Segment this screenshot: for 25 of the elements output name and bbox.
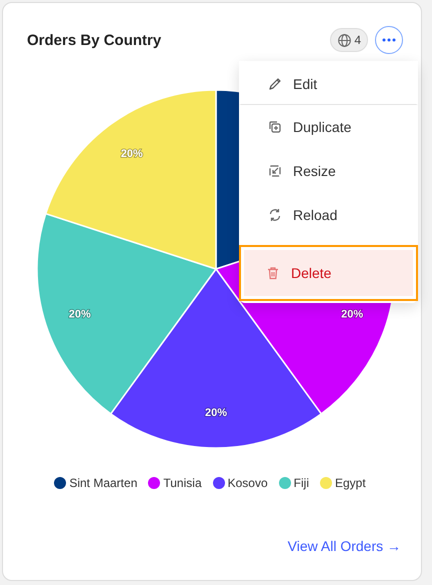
legend-label: Egypt <box>334 476 366 490</box>
slice-label: 20% <box>120 148 143 160</box>
country-count-badge: 4 <box>330 28 368 52</box>
menu-item[interactable]: Delete <box>239 245 418 301</box>
legend-label: Tunisia <box>163 476 202 490</box>
legend-label: Fiji <box>294 476 309 490</box>
resize-icon <box>267 163 283 179</box>
reload-icon <box>267 207 283 223</box>
menu-item[interactable]: Duplicate <box>239 105 418 149</box>
pencil-icon <box>267 76 283 92</box>
card-title: Orders By Country <box>27 32 162 48</box>
slice-label: 20% <box>204 407 228 420</box>
slice-label: 20% <box>68 308 91 320</box>
duplicate-icon <box>267 119 283 135</box>
more-button[interactable] <box>375 26 403 54</box>
menu-item[interactable]: Edit <box>239 61 418 105</box>
menu-item[interactable]: Reload <box>239 193 418 237</box>
more-icon <box>382 38 396 42</box>
menu-item[interactable]: Resize <box>239 149 418 193</box>
legend-label: Kosovo <box>228 476 268 490</box>
legend-label: Sint Maarten <box>69 476 138 490</box>
globe-icon <box>337 32 352 48</box>
slice-label: 20% <box>341 308 364 320</box>
trash-icon <box>265 265 281 281</box>
view-all-orders-link[interactable]: View All Orders → <box>288 538 401 554</box>
